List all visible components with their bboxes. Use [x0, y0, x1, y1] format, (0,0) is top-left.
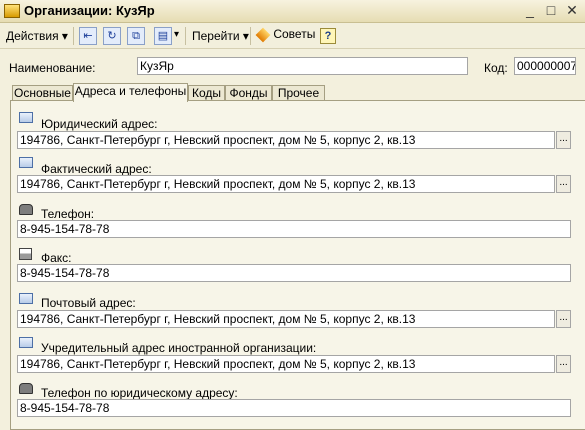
actions-menu[interactable]: Действия ▾ — [6, 29, 68, 43]
phone-label: Телефон: — [41, 207, 95, 221]
toolbar: Действия ▾ ⇤ ↻ ⧉ ▤ ▾ Перейти ▾ Советы ? — [0, 23, 585, 49]
actual-address-input[interactable]: 194786, Санкт-Петербург г, Невский просп… — [17, 175, 555, 193]
toolbar-divider — [185, 27, 186, 45]
goto-menu-label: Перейти — [192, 29, 240, 43]
founding-address-label: Учредительный адрес иностранной организа… — [41, 341, 317, 355]
name-input[interactable]: КузЯр — [137, 57, 468, 75]
legal-phone-label: Телефон по юридическому адресу: — [41, 386, 238, 400]
tips-button[interactable]: Советы — [255, 27, 316, 43]
tab-addresses[interactable]: Адреса и телефоны — [73, 83, 188, 102]
address-card-icon — [19, 337, 33, 348]
founding-address-select-button[interactable]: ... — [556, 355, 571, 373]
address-card-icon — [19, 112, 33, 123]
founding-address-input[interactable]: 194786, Санкт-Петербург г, Невский просп… — [17, 355, 555, 373]
tab-codes[interactable]: Коды — [188, 85, 225, 101]
legal-phone-input[interactable]: 8-945-154-78-78 — [17, 399, 571, 417]
help-icon[interactable]: ? — [320, 28, 336, 44]
actual-address-select-button[interactable]: ... — [556, 175, 571, 193]
arrow-left-icon[interactable]: ⇤ — [79, 27, 97, 45]
postal-address-input[interactable]: 194786, Санкт-Петербург г, Невский просп… — [17, 310, 555, 328]
postal-address-select-button[interactable]: ... — [556, 310, 571, 328]
goto-menu[interactable]: Перейти ▾ — [192, 29, 249, 43]
lightbulb-icon — [255, 27, 271, 43]
legal-address-label: Юридический адрес: — [41, 117, 158, 131]
title-bar: Организации: КузЯр _ □ ✕ — [0, 0, 585, 23]
maximize-icon[interactable]: □ — [542, 2, 560, 19]
code-label: Код: — [484, 61, 508, 75]
chevron-down-icon: ▾ — [242, 29, 249, 43]
window-title: Организации: КузЯр — [24, 3, 155, 18]
minimize-icon[interactable]: _ — [521, 2, 539, 19]
toolbar-divider — [73, 27, 74, 45]
phone-icon — [19, 383, 33, 394]
actions-menu-label: Действия — [6, 29, 59, 43]
phone-input[interactable]: 8-945-154-78-78 — [17, 220, 571, 238]
name-label: Наименование: — [9, 61, 96, 75]
tab-other[interactable]: Прочее — [272, 85, 325, 101]
fax-input[interactable]: 8-945-154-78-78 — [17, 264, 571, 282]
phone-icon — [19, 204, 33, 215]
address-card-icon — [19, 157, 33, 168]
postal-address-label: Почтовый адрес: — [41, 296, 136, 310]
chevron-down-icon[interactable]: ▾ — [174, 29, 179, 40]
fax-label: Факс: — [41, 251, 72, 265]
address-card-icon — [19, 293, 33, 304]
refresh-icon[interactable]: ↻ — [103, 27, 121, 45]
tips-button-label: Советы — [273, 27, 316, 41]
organization-icon — [4, 4, 20, 18]
toolbar-divider — [250, 27, 251, 45]
legal-address-input[interactable]: 194786, Санкт-Петербург г, Невский просп… — [17, 131, 555, 149]
chevron-down-icon: ▾ — [61, 29, 68, 43]
tab-main[interactable]: Основные — [12, 85, 73, 101]
code-input[interactable]: 000000007 — [514, 57, 576, 75]
actual-address-label: Фактический адрес: — [41, 162, 152, 176]
close-icon[interactable]: ✕ — [563, 2, 581, 19]
fax-icon — [19, 248, 32, 260]
tab-funds[interactable]: Фонды — [225, 85, 272, 101]
copy-icon[interactable]: ⧉ — [127, 27, 145, 45]
legal-address-select-button[interactable]: ... — [556, 131, 571, 149]
document-icon[interactable]: ▤ — [154, 27, 172, 45]
